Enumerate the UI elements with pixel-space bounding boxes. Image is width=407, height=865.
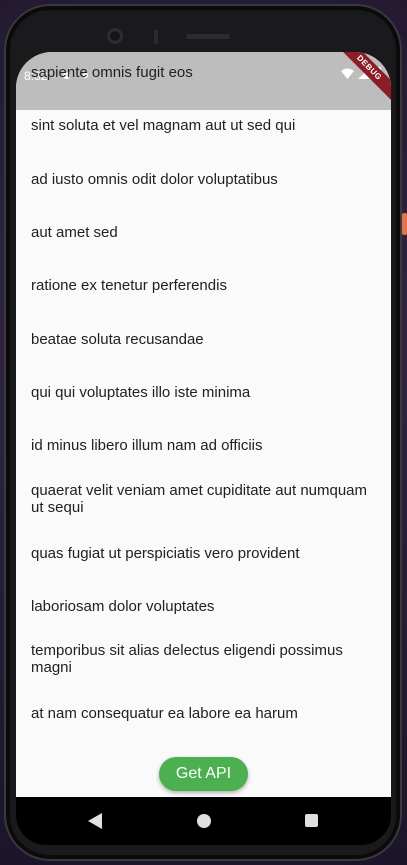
get-api-button[interactable]: Get API [159, 757, 248, 791]
list-item: ratione ex tenetur perferendis [31, 277, 227, 294]
list-item: at nam consequatur ea labore ea harum [31, 705, 298, 722]
list-item: laboriosam dolor voluptates [31, 598, 215, 615]
list-item: quas fugiat ut perspiciatis vero provide… [31, 545, 300, 562]
list-item: aut amet sed [31, 224, 118, 241]
list-item: beatae soluta recusandae [31, 331, 204, 348]
list-item: temporibus sit alias delectus eligendi p… [31, 642, 343, 676]
proximity-sensor [154, 30, 158, 44]
list-item: ad iusto omnis odit dolor voluptatibus [31, 171, 278, 188]
list-item: quaerat velit veniam amet cupiditate aut… [31, 482, 368, 516]
back-triangle-icon[interactable] [88, 813, 102, 829]
app-bar: 8:32 DEBUG [16, 52, 391, 110]
app-screen: 8:32 DEBUG sapiente omnis fugit eos sint … [16, 52, 391, 797]
list-item: sapiente omnis fugit eos [31, 64, 193, 81]
recent-square-icon[interactable] [305, 814, 318, 827]
earpiece-speaker [186, 34, 230, 39]
front-camera-icon [107, 28, 123, 44]
home-circle-icon[interactable] [197, 814, 211, 828]
list-item: id minus libero illum nam ad officiis [31, 437, 263, 454]
list-item: qui qui voluptates illo iste minima [31, 384, 251, 401]
volume-button [402, 213, 407, 235]
android-navigation-bar [16, 797, 391, 845]
list-item: sint soluta et vel magnam aut ut sed qui [31, 117, 296, 134]
